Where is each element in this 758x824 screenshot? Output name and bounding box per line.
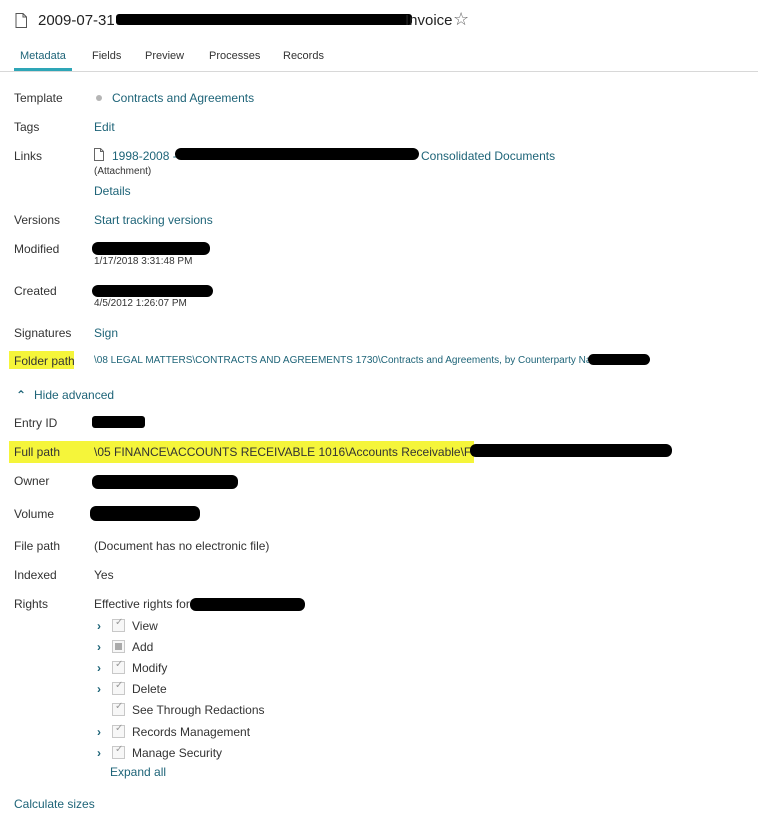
folder-path-label: Folder path (14, 354, 75, 368)
folder-path-link[interactable]: \08 LEGAL MATTERS\CONTRACTS AND AGREEMEN… (94, 355, 608, 366)
indexed-label: Indexed (14, 568, 57, 582)
redaction (470, 444, 672, 457)
right-add: Add (132, 640, 154, 654)
check-icon: ✓ (115, 680, 124, 691)
title-bar: 2009-07-31 - Invoice ☆ (0, 0, 758, 40)
start-tracking-versions-link[interactable]: Start tracking versions (94, 213, 213, 227)
redaction (92, 242, 210, 255)
tab-processes[interactable]: Processes (209, 50, 260, 62)
add-checkbox[interactable] (112, 640, 125, 653)
check-icon: ✓ (115, 659, 124, 670)
right-manage-security: Manage Security (132, 746, 223, 760)
redaction (175, 148, 419, 160)
right-modify: Modify (132, 661, 168, 675)
expand-all-link[interactable]: Expand all (110, 765, 166, 779)
redaction (116, 14, 412, 25)
chevron-right-icon[interactable]: › (97, 661, 101, 675)
redaction (92, 285, 213, 297)
tab-bar: Metadata Fields Preview Processes Record… (0, 48, 758, 72)
template-color-icon (96, 95, 102, 101)
document-icon (15, 13, 27, 28)
sign-link[interactable]: Sign (94, 326, 118, 340)
linked-document-prefix[interactable]: 1998-2008 - (112, 149, 177, 163)
records-management-checkbox[interactable]: ✓ (112, 723, 125, 738)
active-tab-indicator (14, 68, 72, 71)
file-path-value: (Document has no electronic file) (94, 539, 270, 553)
redaction (90, 506, 200, 521)
right-view: View (132, 619, 158, 633)
chevron-right-icon[interactable]: › (97, 640, 101, 654)
modified-label: Modified (14, 242, 60, 256)
redaction (190, 598, 305, 611)
chevron-right-icon[interactable]: › (97, 619, 101, 633)
links-label: Links (14, 149, 43, 163)
linked-document-suffix[interactable]: Consolidated Documents (421, 149, 555, 163)
full-path-label: Full path (14, 445, 61, 459)
delete-checkbox[interactable]: ✓ (112, 680, 125, 695)
indexed-value: Yes (94, 568, 114, 582)
right-delete: Delete (132, 682, 167, 696)
signatures-label: Signatures (14, 326, 72, 340)
right-see-through-redactions: See Through Redactions (132, 703, 265, 717)
modify-checkbox[interactable]: ✓ (112, 659, 125, 674)
check-icon: ✓ (115, 701, 124, 712)
template-link[interactable]: Contracts and Agreements (112, 91, 254, 105)
tab-metadata[interactable]: Metadata (20, 50, 66, 62)
chevron-right-icon[interactable]: › (97, 725, 101, 739)
chevron-right-icon[interactable]: › (97, 746, 101, 760)
view-checkbox[interactable]: ✓ (112, 617, 125, 632)
rights-label: Rights (14, 597, 49, 611)
page-title-suffix: Invoice (405, 12, 453, 29)
tab-records[interactable]: Records (283, 50, 324, 62)
see-through-redactions-checkbox[interactable]: ✓ (112, 701, 125, 716)
template-label: Template (14, 91, 63, 105)
check-icon: ✓ (115, 744, 124, 755)
chevron-right-icon[interactable]: › (97, 682, 101, 696)
volume-label: Volume (14, 507, 55, 521)
redaction (588, 354, 650, 365)
link-details-link[interactable]: Details (94, 184, 131, 198)
tags-label: Tags (14, 120, 40, 134)
hide-advanced-toggle[interactable]: Hide advanced (34, 388, 114, 402)
tags-edit-link[interactable]: Edit (94, 120, 115, 134)
entry-id-label: Entry ID (14, 416, 58, 430)
check-icon: ✓ (115, 617, 124, 628)
tab-fields[interactable]: Fields (92, 50, 121, 62)
full-path-value: \05 FINANCE\ACCOUNTS RECEIVABLE 1016\Acc… (94, 445, 507, 459)
effective-rights-label: Effective rights for (94, 597, 190, 611)
created-label: Created (14, 284, 57, 298)
redaction (92, 475, 238, 489)
redaction (92, 416, 145, 428)
manage-security-checkbox[interactable]: ✓ (112, 744, 125, 759)
calculate-sizes-link[interactable]: Calculate sizes (14, 797, 95, 811)
file-path-label: File path (14, 539, 61, 553)
link-type: (Attachment) (94, 166, 152, 177)
created-timestamp: 4/5/2012 1:26:07 PM (94, 298, 187, 309)
partial-square-icon (115, 643, 122, 650)
tab-preview[interactable]: Preview (145, 50, 184, 62)
right-records-management: Records Management (132, 725, 251, 739)
check-icon: ✓ (115, 723, 124, 734)
versions-label: Versions (14, 213, 61, 227)
star-outline-icon[interactable]: ☆ (453, 9, 469, 30)
page-title-prefix: 2009-07-31 - (38, 12, 124, 29)
owner-label: Owner (14, 474, 50, 488)
document-icon (94, 148, 104, 161)
chevron-up-icon[interactable]: ⌃ (16, 388, 26, 402)
modified-timestamp: 1/17/2018 3:31:48 PM (94, 256, 193, 267)
